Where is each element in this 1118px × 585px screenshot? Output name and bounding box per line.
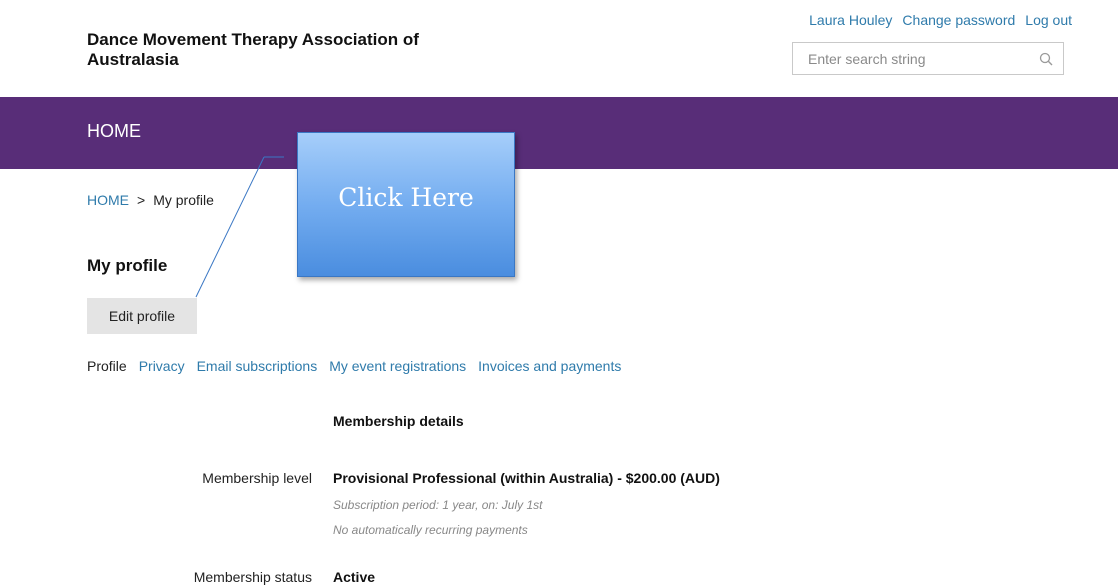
callout-pointer-line <box>195 156 284 298</box>
subscription-period-note: Subscription period: 1 year, on: July 1s… <box>333 498 543 512</box>
membership-level-value: Provisional Professional (within Austral… <box>333 470 720 486</box>
breadcrumb-current: My profile <box>153 192 214 208</box>
membership-level-label: Membership level <box>202 470 312 486</box>
membership-details-heading: Membership details <box>333 413 464 429</box>
breadcrumb-separator: > <box>137 192 146 208</box>
callout-text: Click Here <box>338 183 474 212</box>
search-input[interactable] <box>793 43 1029 74</box>
page-title: My profile <box>87 256 168 275</box>
main-navbar: HOME <box>0 97 1118 169</box>
user-name-link[interactable]: Laura Houley <box>809 12 892 28</box>
tab-privacy[interactable]: Privacy <box>139 358 185 374</box>
breadcrumb: HOME > My profile <box>87 192 214 208</box>
tab-my-event-registrations[interactable]: My event registrations <box>329 358 466 374</box>
profile-tabs: Profile Privacy Email subscriptions My e… <box>87 358 621 374</box>
tab-profile[interactable]: Profile <box>87 358 127 374</box>
search-box <box>792 42 1064 75</box>
recurring-payments-note: No automatically recurring payments <box>333 523 528 537</box>
tab-email-subscriptions[interactable]: Email subscriptions <box>197 358 318 374</box>
log-out-link[interactable]: Log out <box>1025 12 1072 28</box>
organization-title: Dance Movement Therapy Association of Au… <box>87 30 419 69</box>
search-icon[interactable] <box>1029 43 1063 74</box>
change-password-link[interactable]: Change password <box>902 12 1015 28</box>
edit-profile-button[interactable]: Edit profile <box>87 298 197 334</box>
membership-status-label: Membership status <box>193 569 312 585</box>
click-here-callout[interactable]: Click Here <box>297 132 515 277</box>
nav-home-link[interactable]: HOME <box>87 121 141 142</box>
breadcrumb-home-link[interactable]: HOME <box>87 192 129 208</box>
membership-status-value: Active <box>333 569 376 585</box>
user-links: Laura Houley Change password Log out <box>809 12 1072 28</box>
tab-invoices-and-payments[interactable]: Invoices and payments <box>478 358 621 374</box>
